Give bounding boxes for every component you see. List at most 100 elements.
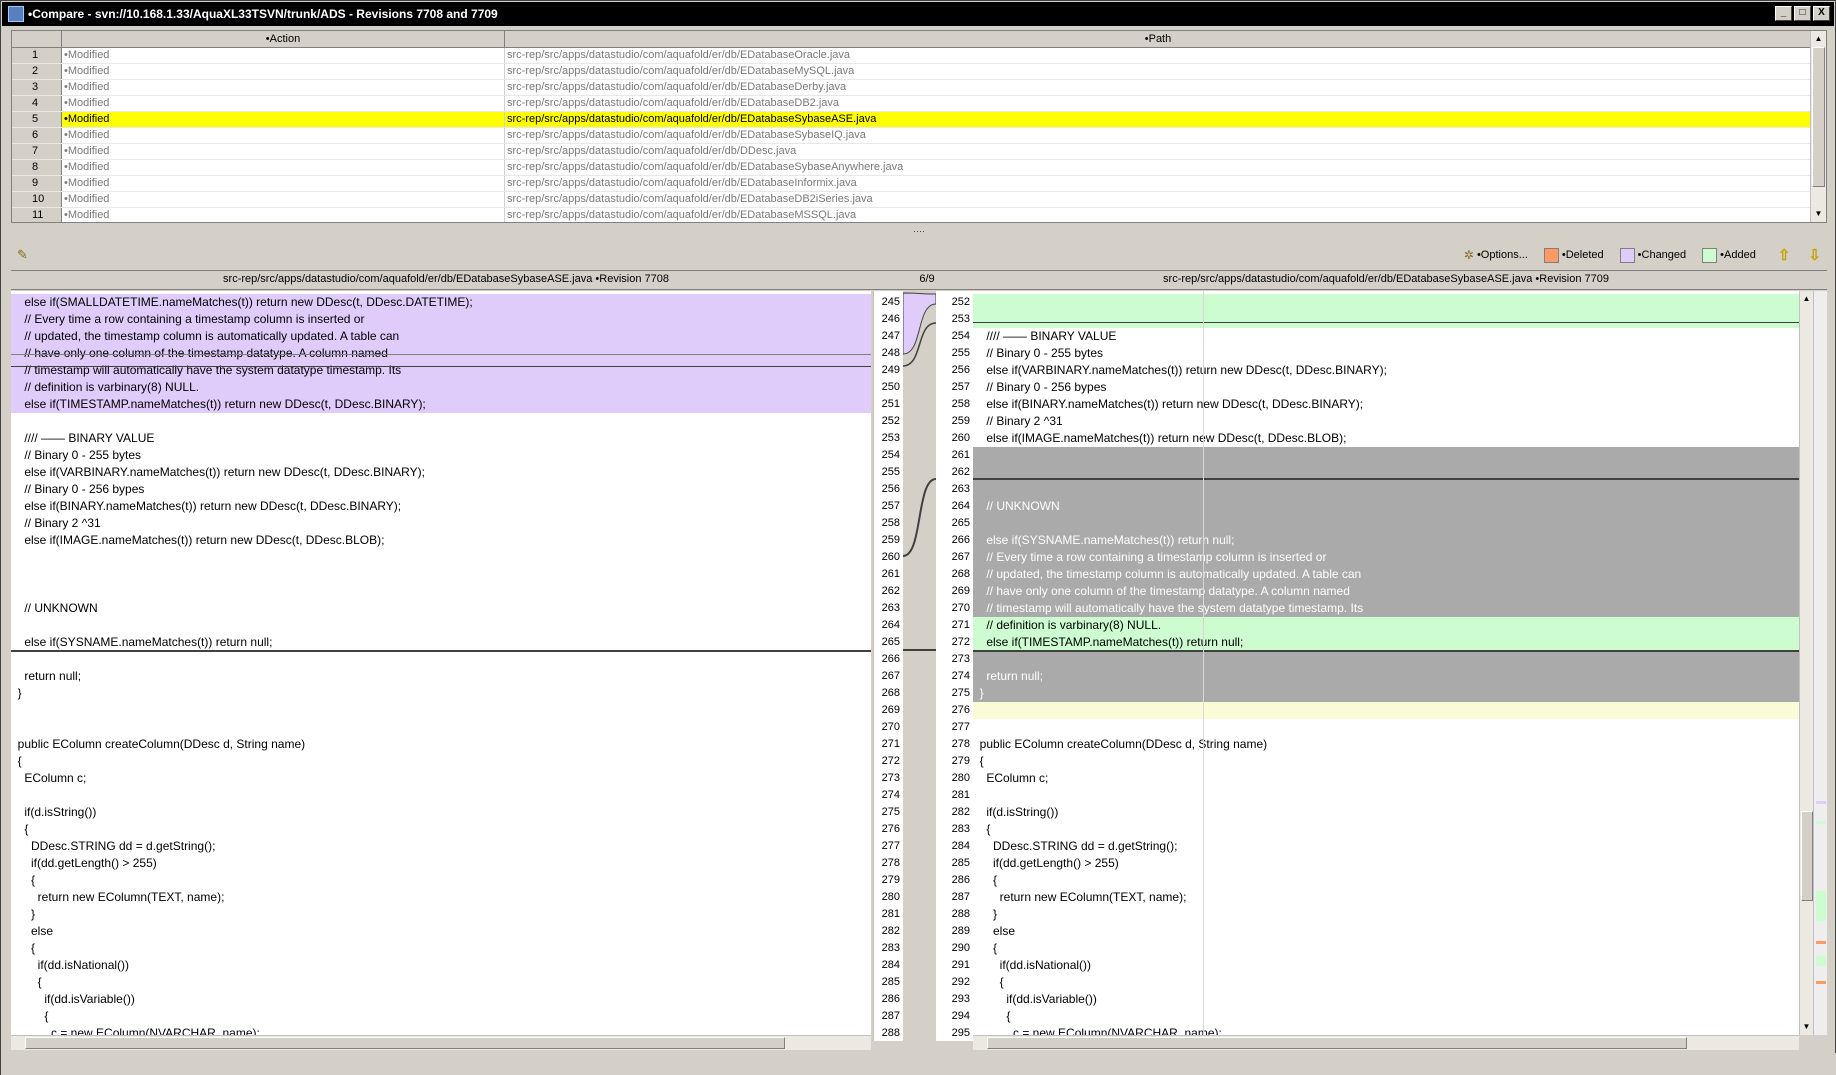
left-code-line[interactable] xyxy=(11,549,871,566)
left-code-line[interactable]: EColumn c; xyxy=(11,770,871,787)
left-code-line[interactable]: // UNKNOWN xyxy=(11,600,871,617)
left-code-line[interactable]: public EColumn createColumn(DDesc d, Str… xyxy=(11,736,871,753)
left-code-line[interactable]: // Every time a row containing a timesta… xyxy=(11,311,871,328)
left-horizontal-scrollbar[interactable] xyxy=(11,1035,871,1050)
table-vertical-scrollbar[interactable]: ▲ ▼ xyxy=(1810,31,1826,222)
right-code-line[interactable] xyxy=(973,651,1799,668)
left-code-line[interactable] xyxy=(11,719,871,736)
left-code-line[interactable]: { xyxy=(11,1008,871,1025)
scroll-up-arrow-icon[interactable]: ▲ xyxy=(1800,292,1813,306)
right-code-line[interactable]: else if(TIMESTAMP.nameMatches(t)) return… xyxy=(973,634,1799,651)
scroll-thumb[interactable] xyxy=(25,1037,785,1049)
right-code-line[interactable]: EColumn c; xyxy=(973,770,1799,787)
left-code-line[interactable]: // Binary 0 - 255 bytes xyxy=(11,447,871,464)
left-code-line[interactable]: c = new EColumn(NVARCHAR, name); xyxy=(11,1025,871,1035)
options-button[interactable]: ✲ •Options... xyxy=(1464,248,1528,262)
minimize-button[interactable]: _ xyxy=(1775,6,1792,21)
table-row[interactable]: 1 •Modified src-rep/src/apps/datastudio/co… xyxy=(12,48,1812,64)
left-code-line[interactable]: if(dd.isVariable()) xyxy=(11,991,871,1008)
right-code-line[interactable]: c = new EColumn(NVARCHAR, name); xyxy=(973,1025,1799,1035)
right-code-line[interactable]: { xyxy=(973,1008,1799,1025)
maximize-button[interactable]: □ xyxy=(1794,6,1811,21)
right-code-line[interactable]: if(dd.isVariable()) xyxy=(973,991,1799,1008)
right-code-line[interactable] xyxy=(973,481,1799,498)
left-code-line[interactable]: if(dd.getLength() > 255) xyxy=(11,855,871,872)
table-row[interactable]: 2 •Modified src-rep/src/apps/datastudio/co… xyxy=(12,64,1812,80)
right-code-pane[interactable]: //// —— BINARY VALUE // Binary 0 - 255 b… xyxy=(973,291,1799,1035)
left-code-line[interactable]: return null; xyxy=(11,668,871,685)
right-code-line[interactable]: DDesc.STRING dd = d.getString(); xyxy=(973,838,1799,855)
scroll-down-arrow-icon[interactable]: ▼ xyxy=(1800,1020,1813,1034)
left-code-line[interactable]: else if(BINARY.nameMatches(t)) return ne… xyxy=(11,498,871,515)
table-row[interactable]: 5 •Modified src-rep/src/apps/datastudio/co… xyxy=(12,112,1812,128)
left-code-line[interactable]: { xyxy=(11,940,871,957)
right-code-line[interactable]: } xyxy=(973,685,1799,702)
table-row[interactable]: 8 •Modified src-rep/src/apps/datastudio/co… xyxy=(12,160,1812,176)
column-header-path[interactable]: •Path xyxy=(505,31,1812,47)
left-code-line[interactable] xyxy=(11,566,871,583)
left-code-line[interactable]: else if(VARBINARY.nameMatches(t)) return… xyxy=(11,464,871,481)
left-code-line[interactable]: else if(TIMESTAMP.nameMatches(t)) return… xyxy=(11,396,871,413)
left-code-line[interactable]: if(dd.isNational()) xyxy=(11,957,871,974)
left-code-line[interactable]: { xyxy=(11,821,871,838)
left-code-line[interactable]: else if(IMAGE.nameMatches(t)) return new… xyxy=(11,532,871,549)
left-code-line[interactable]: { xyxy=(11,974,871,991)
left-code-line[interactable] xyxy=(11,702,871,719)
right-code-line[interactable]: // updated, the timestamp column is auto… xyxy=(973,566,1799,583)
right-code-line[interactable]: { xyxy=(973,821,1799,838)
left-code-line[interactable]: // Binary 0 - 256 bypes xyxy=(11,481,871,498)
right-code-line[interactable]: // Binary 0 - 255 bytes xyxy=(973,345,1799,362)
right-code-line[interactable]: else if(VARBINARY.nameMatches(t)) return… xyxy=(973,362,1799,379)
right-code-line[interactable]: else if(SYSNAME.nameMatches(t)) return n… xyxy=(973,532,1799,549)
right-code-line[interactable]: //// —— BINARY VALUE xyxy=(973,328,1799,345)
right-code-line[interactable]: else if(BINARY.nameMatches(t)) return ne… xyxy=(973,396,1799,413)
right-code-line[interactable]: // Binary 0 - 256 bypes xyxy=(973,379,1799,396)
right-code-line[interactable]: else if(IMAGE.nameMatches(t)) return new… xyxy=(973,430,1799,447)
right-code-line[interactable] xyxy=(973,787,1799,804)
left-code-line[interactable]: { xyxy=(11,872,871,889)
right-code-line[interactable]: return new EColumn(TEXT, name); xyxy=(973,889,1799,906)
right-code-line[interactable]: if(dd.getLength() > 255) xyxy=(973,855,1799,872)
previous-difference-icon[interactable]: ⇧ xyxy=(1778,246,1791,264)
table-row[interactable]: 9 •Modified src-rep/src/apps/datastudio/co… xyxy=(12,176,1812,192)
right-code-line[interactable] xyxy=(973,719,1799,736)
right-code-line[interactable] xyxy=(973,311,1799,328)
table-row[interactable]: 11 •Modified src-rep/src/apps/datastudio/c… xyxy=(12,208,1812,222)
left-code-pane[interactable]: else if(SMALLDATETIME.nameMatches(t)) re… xyxy=(11,291,871,1035)
right-horizontal-scrollbar[interactable] xyxy=(973,1035,1799,1050)
left-code-line[interactable]: // timestamp will automatically have the… xyxy=(11,362,871,379)
table-row[interactable]: 3 •Modified src-rep/src/apps/datastudio/co… xyxy=(12,80,1812,96)
table-row[interactable]: 7 •Modified src-rep/src/apps/datastudio/co… xyxy=(12,144,1812,160)
left-code-line[interactable] xyxy=(11,651,871,668)
table-row[interactable]: 4 •Modified src-rep/src/apps/datastudio/co… xyxy=(12,96,1812,112)
right-code-line[interactable]: // have only one column of the timestamp… xyxy=(973,583,1799,600)
right-code-line[interactable]: // UNKNOWN xyxy=(973,498,1799,515)
left-code-line[interactable] xyxy=(11,413,871,430)
left-code-line[interactable]: // Binary 2 ^31 xyxy=(11,515,871,532)
diff-overview-ruler[interactable] xyxy=(1813,291,1827,1035)
left-code-line[interactable]: else if(SYSNAME.nameMatches(t)) return n… xyxy=(11,634,871,651)
right-code-line[interactable]: // Binary 2 ^31 xyxy=(973,413,1799,430)
pane-splitter[interactable]: ‥‥ xyxy=(1,225,1836,235)
left-code-line[interactable]: } xyxy=(11,906,871,923)
right-code-line[interactable] xyxy=(973,294,1799,311)
right-code-line[interactable]: if(dd.isNational()) xyxy=(973,957,1799,974)
right-code-line[interactable] xyxy=(973,515,1799,532)
table-row[interactable]: 10 •Modified src-rep/src/apps/datastudio/c… xyxy=(12,192,1812,208)
pin-icon[interactable]: ✎ xyxy=(17,247,33,263)
right-code-line[interactable]: return null; xyxy=(973,668,1799,685)
scroll-up-arrow-icon[interactable]: ▲ xyxy=(1812,32,1825,46)
left-code-line[interactable] xyxy=(11,583,871,600)
right-vertical-scrollbar[interactable]: ▲ ▼ xyxy=(1799,291,1813,1035)
scroll-thumb[interactable] xyxy=(1812,47,1825,187)
left-code-line[interactable]: //// —— BINARY VALUE xyxy=(11,430,871,447)
left-code-line[interactable]: } xyxy=(11,685,871,702)
right-code-line[interactable]: // Every time a row containing a timesta… xyxy=(973,549,1799,566)
right-code-line[interactable]: } xyxy=(973,906,1799,923)
left-code-line[interactable]: if(d.isString()) xyxy=(11,804,871,821)
left-code-line[interactable] xyxy=(11,617,871,634)
right-code-line[interactable]: public EColumn createColumn(DDesc d, Str… xyxy=(973,736,1799,753)
close-button[interactable]: X xyxy=(1813,6,1830,21)
scroll-thumb[interactable] xyxy=(987,1037,1687,1049)
right-code-line[interactable]: if(d.isString()) xyxy=(973,804,1799,821)
